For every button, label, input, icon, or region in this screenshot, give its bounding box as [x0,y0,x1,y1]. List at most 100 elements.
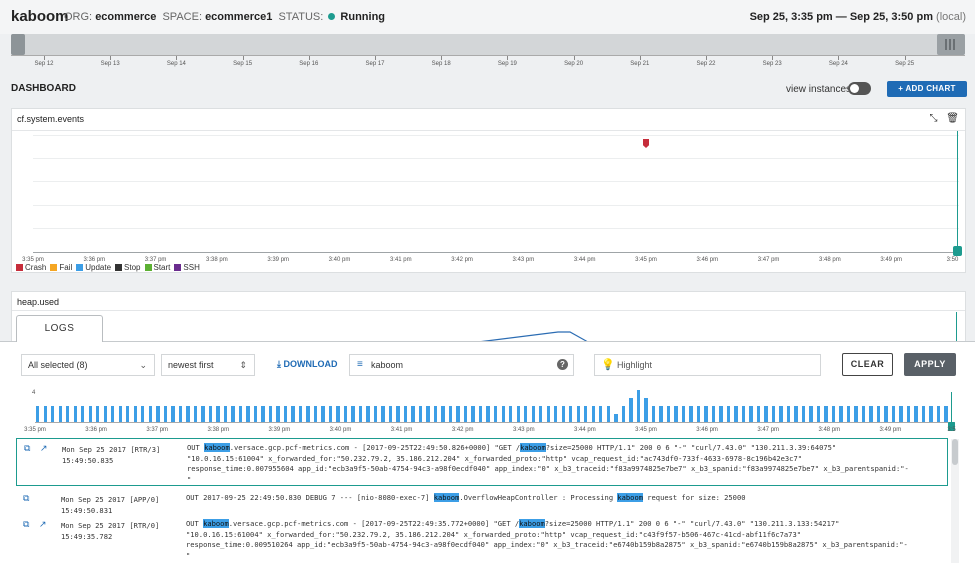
histogram-bar[interactable] [43,405,47,422]
histogram-bar[interactable] [351,405,355,422]
histogram-bar[interactable] [779,405,783,422]
histogram-bar[interactable] [576,405,580,422]
histogram-bar[interactable] [486,405,490,422]
histogram-bar[interactable] [238,405,243,422]
histogram-bar[interactable] [313,405,318,422]
histogram-bar[interactable] [704,405,708,422]
histogram-bar[interactable] [764,405,768,422]
histogram-bar[interactable] [171,405,175,422]
histogram-bar[interactable] [321,405,325,422]
histogram-bar[interactable] [156,405,160,422]
histogram-bar[interactable] [719,405,723,422]
histogram-bar[interactable] [208,405,213,422]
histogram-bar[interactable] [81,405,85,422]
histogram-bar[interactable] [606,405,610,422]
histogram-bar[interactable] [358,405,363,422]
histogram-bar[interactable] [794,405,798,422]
histogram-bar[interactable] [471,405,475,422]
histogram-bar[interactable] [246,405,250,422]
histogram-bar[interactable] [111,405,115,422]
histogram-bar[interactable] [73,405,77,422]
histogram-bar[interactable] [261,405,265,422]
histogram-bar[interactable] [411,405,415,422]
histogram-bar[interactable] [899,405,903,422]
histogram-bar[interactable] [396,405,400,422]
histogram-bar[interactable] [478,405,483,422]
histogram-bar[interactable] [854,405,858,422]
histogram-bar[interactable] [921,405,926,422]
histogram-bar[interactable] [546,405,550,422]
histogram-bar[interactable] [561,405,565,422]
histogram-bar[interactable] [298,405,303,422]
histogram-bar[interactable] [666,405,671,422]
histogram-bar[interactable] [801,405,806,422]
histogram-bar[interactable] [494,405,498,422]
log-scrollbar[interactable] [951,439,959,563]
histogram-bar[interactable] [36,405,40,422]
histogram-bar[interactable] [929,405,933,422]
external-link-icon[interactable]: ↗ [40,444,48,454]
histogram-bar[interactable] [306,405,310,422]
histogram-bar[interactable] [629,397,633,422]
histogram-bar[interactable] [771,405,776,422]
log-row[interactable]: ⧉ Mon Sep 25 2017 [APP/0] 15:49:50.831 OUT … [16,489,948,515]
histogram-bar[interactable] [659,405,663,422]
histogram-bar[interactable] [839,405,843,422]
histogram-bar[interactable] [88,405,92,422]
histogram-bar[interactable] [914,405,918,422]
histogram-bar[interactable] [824,405,828,422]
histogram-bar[interactable] [689,405,693,422]
histogram-bar[interactable] [148,405,152,422]
histogram-bar[interactable] [524,405,528,422]
histogram-bar[interactable] [591,405,595,422]
histogram-bar[interactable] [614,413,618,422]
histogram-bar[interactable] [51,405,55,422]
histogram-bar[interactable] [426,405,430,422]
histogram-bar[interactable] [531,405,535,422]
histogram-bar[interactable] [891,405,896,422]
histogram-bar[interactable] [268,405,273,422]
histogram-bar[interactable] [231,405,235,422]
histogram-bar[interactable] [861,405,866,422]
histogram-bar[interactable] [328,405,333,422]
histogram-bar[interactable] [621,405,625,422]
histogram-bar[interactable] [201,405,205,422]
histogram-bar[interactable] [283,405,288,422]
histogram-bar[interactable] [786,405,791,422]
histogram-bar[interactable] [501,405,505,422]
histogram-bar[interactable] [636,389,641,422]
histogram-bar[interactable] [651,405,656,422]
histogram-bar[interactable] [554,405,558,422]
histogram-bar[interactable] [569,405,573,422]
timeline-scrubber[interactable] [11,34,965,55]
time-range[interactable]: Sep 25, 3:35 pm — Sep 25, 3:50 pm (local… [750,11,966,23]
highlight-input[interactable]: 💡 Highlight [594,354,821,376]
histogram-bar[interactable] [456,405,460,422]
histogram-bar[interactable] [944,405,948,422]
histogram-bar[interactable] [884,405,888,422]
histogram-bar[interactable] [734,405,738,422]
histogram-bar[interactable] [118,405,122,422]
log-search-input[interactable]: ≡ kaboom ? [349,354,574,376]
histogram-bar[interactable] [869,405,873,422]
timeline-left-handle[interactable] [11,34,25,55]
histogram-bar[interactable] [539,405,543,422]
collapse-icon[interactable]: ⤡ [930,113,938,124]
event-marker-crash[interactable] [643,139,649,148]
histogram-bar[interactable] [403,405,408,422]
histogram-bar[interactable] [373,405,378,422]
histogram-bar[interactable] [186,405,190,422]
histogram-bar[interactable] [846,405,851,422]
time-cursor-handle[interactable] [953,246,962,256]
histogram-bar[interactable] [906,405,911,422]
histogram-bar[interactable] [96,405,100,422]
histogram-bar[interactable] [291,405,295,422]
histogram-bar[interactable] [66,405,70,422]
histogram-bar[interactable] [343,405,348,422]
histogram-bar[interactable] [133,405,137,422]
logs-tab[interactable]: LOGS [16,315,103,344]
clear-button[interactable]: CLEAR [842,353,893,376]
histogram-bar[interactable] [509,405,513,422]
histogram-bar[interactable] [381,405,385,422]
histogram-bar[interactable] [741,405,746,422]
